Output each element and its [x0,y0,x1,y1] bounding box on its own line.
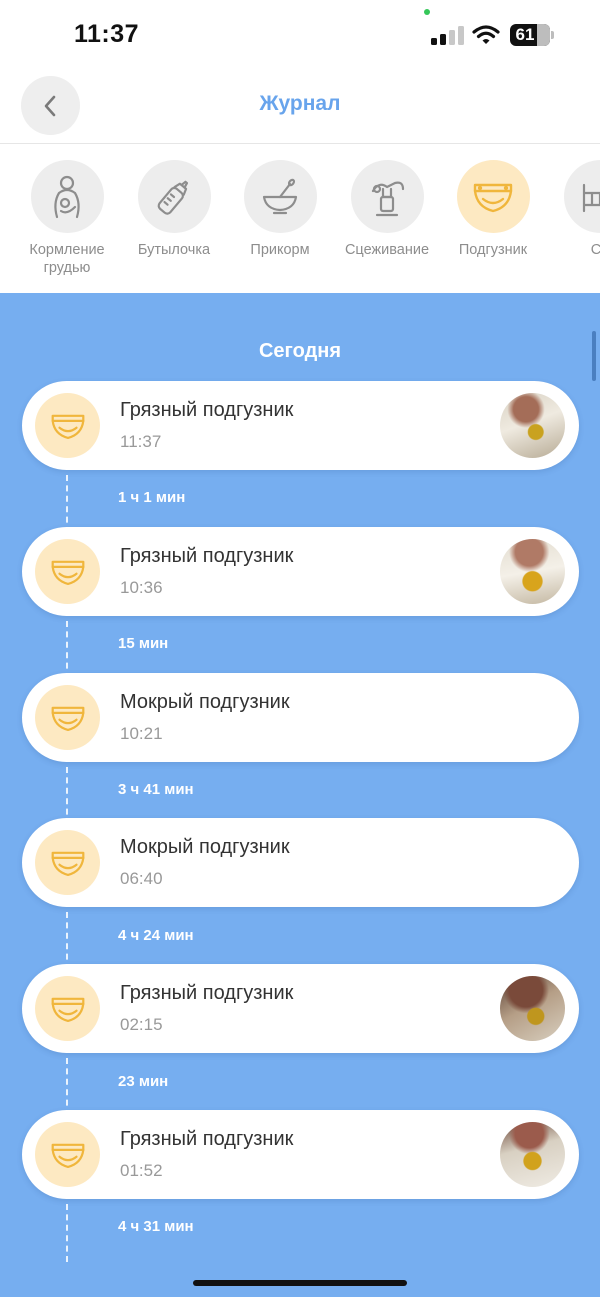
bottle-icon [137,160,211,233]
category-label: Сцеживание [344,242,430,258]
journal-entry[interactable]: Мокрый подгузник 06:40 [22,818,579,907]
entry-title: Грязный подгузник [120,1128,294,1150]
diaper-icon [35,539,100,604]
category-breastfeeding[interactable]: Кормление грудью [12,160,122,277]
timeline-connector [66,912,68,970]
status-time: 11:37 [74,20,140,48]
battery-icon: 61 [510,24,554,46]
category-diaper[interactable]: Подгузник [438,160,548,259]
entry-photo-thumbnail[interactable] [500,539,565,604]
bowl-spoon-icon [243,160,317,233]
entry-time: 10:21 [120,724,163,743]
entry-title: Мокрый подгузник [120,836,290,858]
diaper-icon [456,160,530,233]
category-sleep[interactable]: Со [545,160,600,259]
journal-entry[interactable]: Грязный подгузник 11:37 [22,381,579,470]
interval-label: 4 ч 24 мин [118,927,194,944]
category-bottle[interactable]: Бутылочка [119,160,229,259]
timeline-connector [66,1058,68,1116]
breastfeeding-icon [30,160,104,233]
entry-photo-thumbnail[interactable] [500,976,565,1041]
diaper-icon [35,685,100,750]
interval-label: 1 ч 1 мин [118,489,186,506]
diaper-icon [35,976,100,1041]
category-bar: Кормление грудью Бутылочка Прикорм Сцежи… [0,145,600,293]
entry-title: Грязный подгузник [120,399,294,421]
timeline-connector [66,1204,68,1262]
journal-entry[interactable]: Грязный подгузник 01:52 [22,1110,579,1199]
signal-icon [431,25,465,45]
timeline-connector [66,475,68,533]
category-solid-food[interactable]: Прикорм [225,160,335,259]
entry-time: 10:36 [120,578,163,597]
app-header: Журнал [0,70,600,144]
journal-entry[interactable]: Грязный подгузник 02:15 [22,964,579,1053]
crib-icon [563,160,600,233]
journal-entry[interactable]: Мокрый подгузник 10:21 [22,673,579,762]
timeline-connector [66,767,68,825]
category-label: Кормление грудью [29,242,105,276]
timeline-connector [66,621,68,679]
camera-indicator-dot [424,9,430,15]
entry-photo-thumbnail[interactable] [500,393,565,458]
diaper-icon [35,830,100,895]
category-label: Подгузник [458,242,528,258]
status-bar: 11:37 61 [0,0,600,70]
interval-label: 4 ч 31 мин [118,1218,194,1235]
diaper-icon [35,1122,100,1187]
wifi-icon [472,24,500,46]
journal-list[interactable]: Сегодня Грязный подгузник 11:37 1 ч 1 ми… [0,293,600,1297]
journal-entry[interactable]: Грязный подгузник 10:36 [22,527,579,616]
section-header-today: Сегодня [258,340,342,362]
category-label: Со [590,242,600,258]
category-label: Прикорм [250,242,310,258]
entry-title: Грязный подгузник [120,545,294,567]
interval-label: 3 ч 41 мин [118,781,194,798]
entry-time: 06:40 [120,869,163,888]
home-indicator[interactable] [193,1280,407,1286]
battery-level: 61 [515,25,535,44]
category-label: Бутылочка [137,242,211,258]
breast-pump-icon [350,160,424,233]
page-title: Журнал [259,92,341,115]
entry-time: 01:52 [120,1161,163,1180]
entry-title: Мокрый подгузник [120,691,290,713]
entry-time: 02:15 [120,1015,163,1034]
entry-title: Грязный подгузник [120,982,294,1004]
interval-label: 15 мин [118,635,169,652]
category-pumping[interactable]: Сцеживание [332,160,442,259]
diaper-icon [35,393,100,458]
entry-time: 11:37 [120,432,162,451]
interval-label: 23 мин [118,1073,169,1090]
entry-photo-thumbnail[interactable] [500,1122,565,1187]
